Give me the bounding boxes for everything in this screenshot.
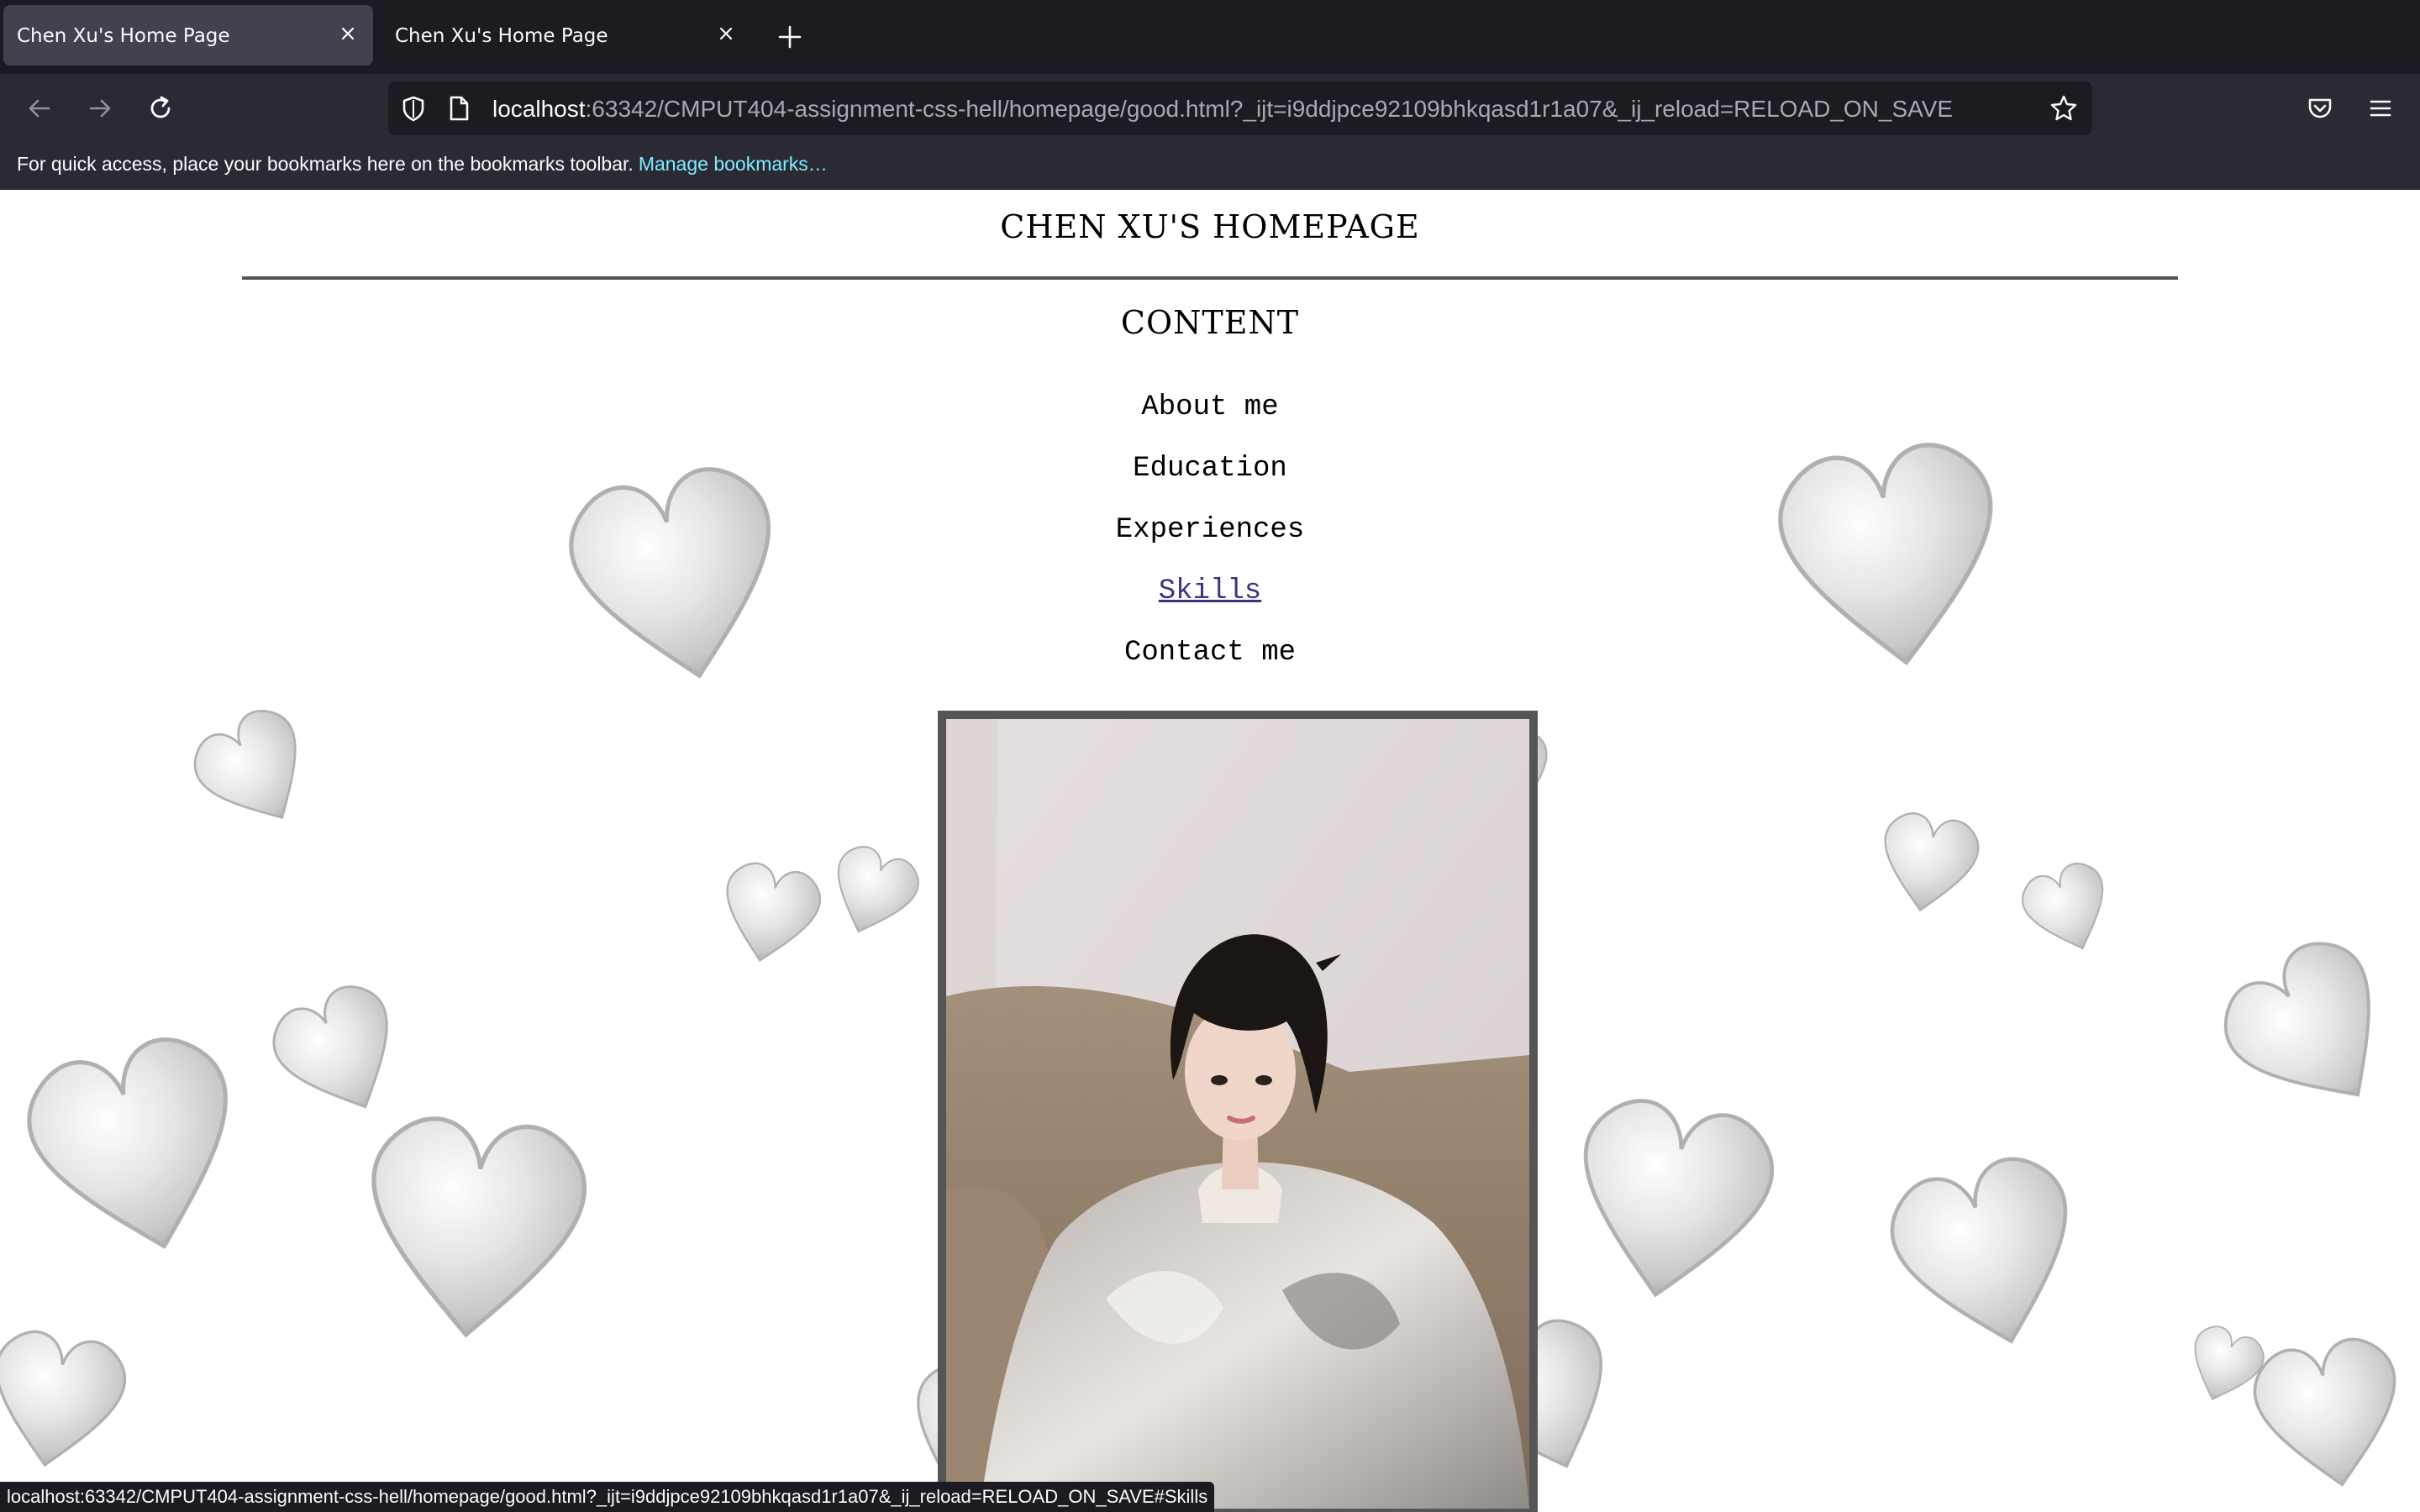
plus-icon (778, 25, 802, 49)
tab-inactive[interactable]: Chen Xu's Home Page (381, 5, 751, 66)
url-text[interactable]: localhost:63342/CMPUT404-assignment-css-… (492, 96, 1953, 123)
page-content: CHEN XU'S HOMEPAGE CONTENT About me Educ… (0, 190, 2420, 1512)
about-me-link[interactable]: About me (1141, 391, 1278, 423)
nav-item-experiences: Experiences (0, 514, 2420, 575)
app-menu-button[interactable] (2363, 91, 2398, 126)
nav-item-contact: Contact me (0, 637, 2420, 698)
profile-photo (946, 719, 1529, 1509)
tab-title: Chen Xu's Home Page (17, 25, 230, 47)
status-bar: localhost:63342/CMPUT404-assignment-css-… (0, 1482, 1215, 1512)
close-icon[interactable] (334, 20, 361, 47)
url-host: localhost (492, 96, 586, 122)
contact-me-link[interactable]: Contact me (1124, 637, 1296, 669)
content-heading: CONTENT (1120, 304, 1300, 341)
tab-strip: Chen Xu's Home Page Chen Xu's Home Page (0, 0, 2420, 74)
navigation-toolbar: localhost:63342/CMPUT404-assignment-css-… (0, 74, 2420, 143)
reload-button[interactable] (143, 91, 178, 126)
back-arrow-icon (29, 99, 50, 118)
bookmarks-message: For quick access, place your bookmarks h… (17, 153, 828, 176)
skills-link[interactable]: Skills (1159, 575, 1261, 607)
close-icon[interactable] (713, 20, 739, 47)
url-bar[interactable]: localhost:63342/CMPUT404-assignment-css-… (388, 81, 2092, 135)
url-path: :63342/CMPUT404-assignment-css-hell/home… (585, 96, 1954, 122)
education-link[interactable]: Education (1133, 453, 1287, 485)
manage-bookmarks-link[interactable]: Manage bookmarks… (639, 153, 828, 175)
experiences-link[interactable]: Experiences (1116, 514, 1304, 546)
pocket-button[interactable] (2302, 91, 2338, 126)
page-title: CHEN XU'S HOMEPAGE (1000, 208, 1420, 245)
tab-active[interactable]: Chen Xu's Home Page (3, 5, 373, 66)
new-tab-button[interactable] (773, 20, 807, 54)
forward-arrow-icon (89, 99, 111, 118)
forward-button[interactable] (82, 91, 118, 126)
page-info-icon[interactable] (444, 93, 474, 123)
tracking-protection-shield-icon[interactable] (398, 93, 429, 123)
profile-photo-frame (938, 711, 1538, 1512)
bookmarks-hint: For quick access, place your bookmarks h… (17, 153, 634, 175)
bookmarks-toolbar: For quick access, place your bookmarks h… (0, 143, 2420, 190)
pocket-icon (2308, 98, 2332, 118)
bookmark-star-icon[interactable] (2049, 93, 2079, 123)
browser-window: Chen Xu's Home Page Chen Xu's Home Page (0, 0, 2420, 1512)
back-button[interactable] (22, 91, 57, 126)
nav-item-about: About me (0, 391, 2420, 453)
reload-icon (150, 96, 171, 118)
title-divider (242, 276, 2178, 280)
hamburger-menu-icon (2370, 100, 2391, 117)
nav-item-education: Education (0, 453, 2420, 514)
section-nav: About me Education Experiences Skills Co… (0, 391, 2420, 698)
tab-title: Chen Xu's Home Page (395, 25, 608, 47)
nav-item-skills: Skills (0, 575, 2420, 637)
